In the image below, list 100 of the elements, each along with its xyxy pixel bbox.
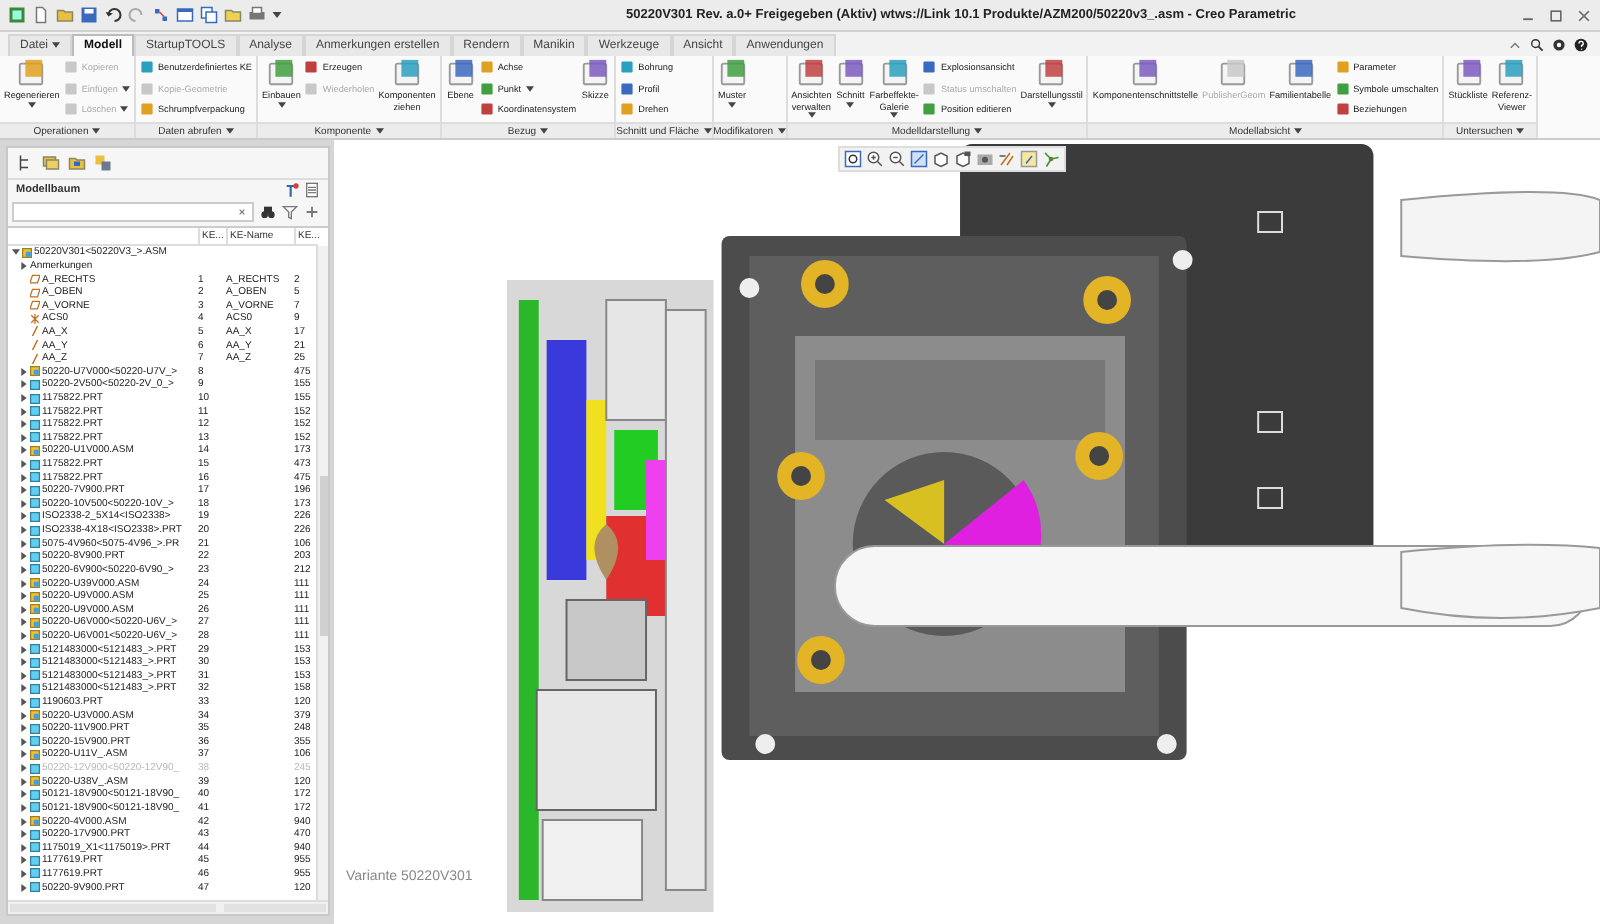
windows-icon[interactable] (200, 6, 218, 24)
maximize-icon[interactable] (1548, 7, 1564, 23)
expand-arrow-icon[interactable] (20, 631, 28, 640)
expand-arrow-icon[interactable] (20, 711, 28, 720)
caret-icon[interactable] (846, 101, 855, 107)
expand-arrow-icon[interactable] (20, 658, 28, 667)
layers-icon[interactable] (42, 154, 60, 172)
expand-arrow-icon[interactable] (20, 869, 28, 878)
expand-arrow-icon[interactable] (20, 790, 28, 799)
caret-icon[interactable] (225, 128, 234, 134)
expand-arrow-icon[interactable] (20, 764, 28, 773)
caret-icon[interactable] (703, 128, 712, 134)
regenerate-icon[interactable] (152, 6, 170, 24)
undo-icon[interactable] (104, 6, 122, 24)
tree-settings-icon[interactable] (284, 182, 300, 198)
spin-center-icon[interactable] (1042, 150, 1060, 168)
favorites-icon[interactable] (94, 154, 112, 172)
expand-arrow-icon[interactable] (20, 539, 28, 548)
caret-icon[interactable] (890, 112, 899, 118)
expand-arrow-icon[interactable] (20, 724, 28, 733)
folder-icon[interactable] (224, 6, 242, 24)
expand-arrow-icon[interactable] (20, 592, 28, 601)
close-icon[interactable] (1576, 7, 1592, 23)
add-icon[interactable] (304, 204, 320, 220)
caret-icon[interactable] (1047, 101, 1056, 107)
caret-icon[interactable] (1516, 128, 1525, 134)
zoom-fit-icon[interactable] (844, 150, 862, 168)
expand-arrow-icon[interactable] (20, 671, 28, 680)
caret-icon[interactable] (777, 128, 786, 134)
expand-arrow-icon[interactable] (20, 605, 28, 614)
expand-arrow-icon[interactable] (20, 499, 28, 508)
vertical-scrollbar[interactable] (316, 246, 328, 900)
caret-icon[interactable] (277, 101, 286, 107)
expand-arrow-icon[interactable] (20, 512, 28, 521)
datum-display-icon[interactable] (998, 150, 1016, 168)
caret-icon[interactable] (1294, 128, 1303, 134)
expand-arrow-icon[interactable] (20, 737, 28, 746)
caret-icon[interactable] (52, 42, 61, 48)
caret-icon[interactable] (272, 12, 282, 18)
repaint-icon[interactable] (910, 150, 928, 168)
settings-icon[interactable] (1552, 38, 1566, 52)
list-columns-icon[interactable] (304, 182, 320, 198)
expand-arrow-icon[interactable] (20, 552, 28, 561)
expand-arrow-icon[interactable] (20, 460, 28, 469)
expand-arrow-icon[interactable] (20, 526, 28, 535)
expand-arrow-icon[interactable] (20, 433, 28, 442)
expand-arrow-icon[interactable] (20, 777, 28, 786)
assembly-icon (22, 247, 32, 258)
zoom-in-icon[interactable] (866, 150, 884, 168)
save-icon[interactable] (80, 6, 98, 24)
expand-arrow-icon[interactable] (20, 420, 28, 429)
expand-arrow-icon[interactable] (20, 817, 28, 825)
window-icon[interactable] (176, 6, 194, 24)
expand-arrow-icon[interactable] (20, 684, 28, 693)
expand-arrow-icon[interactable] (20, 486, 28, 495)
new-file-icon[interactable] (32, 6, 50, 24)
open-folder-icon[interactable] (56, 6, 74, 24)
zoom-out-icon[interactable] (888, 150, 906, 168)
expand-arrow-icon[interactable] (20, 394, 28, 402)
folder-icon[interactable] (68, 154, 86, 172)
binoculars-icon[interactable] (260, 204, 276, 220)
expand-arrow-icon[interactable] (20, 261, 28, 270)
tree-icon[interactable] (16, 154, 34, 172)
expand-arrow-icon[interactable] (20, 565, 28, 574)
caret-icon[interactable] (728, 101, 737, 107)
expand-arrow-icon[interactable] (20, 407, 28, 416)
caret-icon[interactable] (540, 128, 549, 134)
expand-arrow-icon[interactable] (20, 380, 28, 389)
caret-icon[interactable] (525, 85, 534, 92)
expand-arrow-icon[interactable] (20, 803, 28, 812)
expand-arrow-icon[interactable] (20, 618, 28, 627)
expand-arrow-icon[interactable] (20, 883, 28, 892)
help-icon[interactable] (1574, 38, 1588, 52)
caret-icon[interactable] (807, 112, 816, 118)
expand-arrow-icon[interactable] (20, 446, 28, 455)
app-icon[interactable] (8, 6, 26, 24)
expand-arrow-icon[interactable] (20, 843, 28, 852)
collapse-icon[interactable] (1508, 38, 1522, 52)
filter-icon[interactable] (282, 204, 298, 220)
expand-arrow-icon[interactable] (20, 856, 28, 865)
caret-icon[interactable] (92, 128, 101, 134)
search-icon[interactable] (1530, 38, 1544, 52)
expand-arrow-icon[interactable] (20, 473, 28, 482)
expand-arrow-icon[interactable] (20, 645, 28, 654)
printer-icon[interactable] (248, 6, 266, 24)
expand-arrow-icon[interactable] (20, 750, 28, 759)
plane-display-icon[interactable] (1020, 150, 1038, 168)
expand-arrow-icon[interactable] (20, 830, 28, 839)
cube-icon[interactable] (954, 150, 972, 168)
expand-arrow-icon[interactable] (20, 579, 28, 588)
caret-icon[interactable] (27, 101, 36, 107)
caret-icon[interactable] (974, 128, 983, 134)
expand-arrow-icon[interactable] (20, 367, 28, 376)
camera-icon[interactable] (976, 150, 994, 168)
clear-icon[interactable] (236, 206, 248, 218)
caret-icon[interactable] (375, 128, 384, 134)
search-field[interactable] (12, 202, 254, 222)
expand-arrow-icon[interactable] (20, 698, 28, 707)
collapse-arrow-icon[interactable] (12, 248, 20, 257)
cube-icon[interactable] (932, 150, 950, 168)
